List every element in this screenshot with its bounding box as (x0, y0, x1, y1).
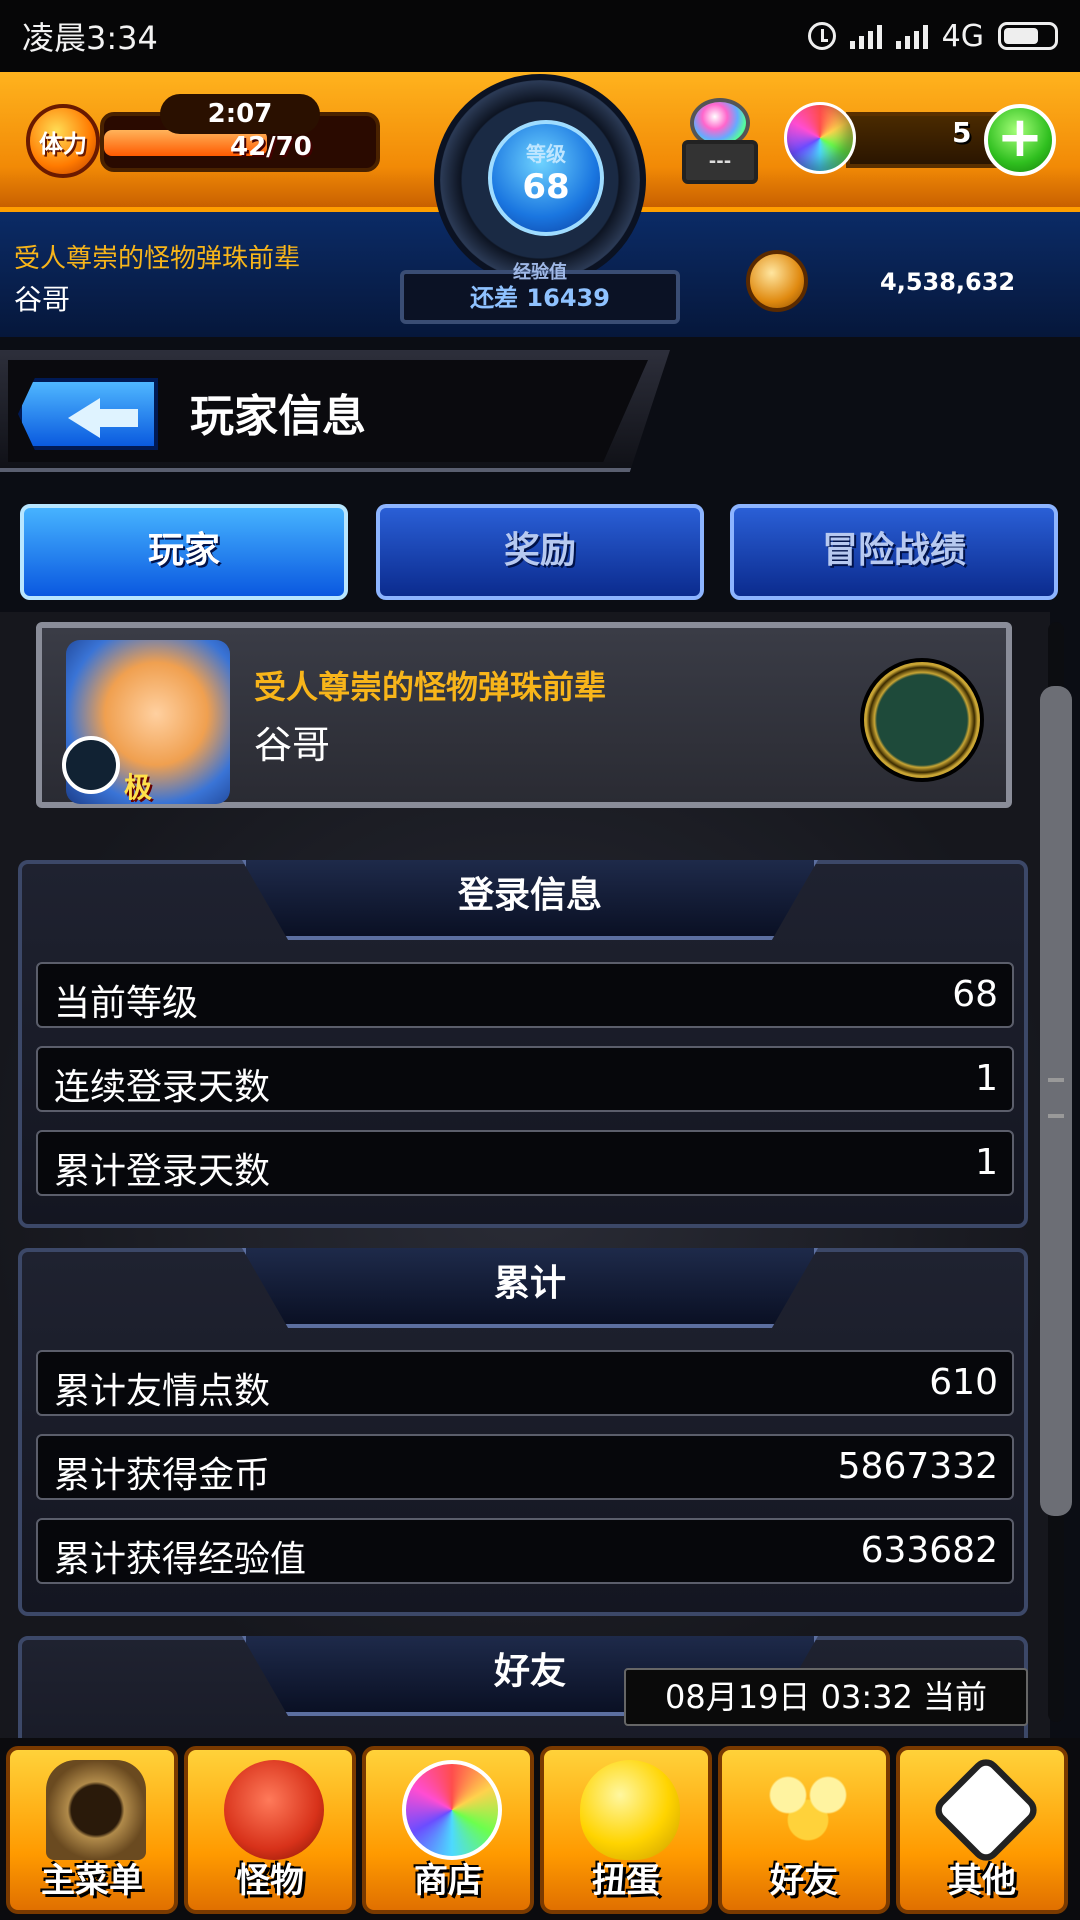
player-emblem-icon[interactable] (860, 658, 984, 782)
back-button[interactable] (18, 378, 158, 450)
gold-coin-icon (746, 250, 808, 312)
orb-count: 5 (952, 116, 972, 149)
section-title: 登录信息 (242, 860, 818, 940)
scroll-grip-icon (1048, 1078, 1064, 1118)
profile-title: 受人尊崇的怪物弹珠前辈 (254, 668, 607, 706)
nav-shop[interactable]: 商店 (362, 1746, 534, 1914)
player-avatar[interactable]: 极 (62, 640, 230, 804)
status-bar: 凌晨3:34 4G (0, 0, 1080, 72)
table-row: 累计获得经验值 633682 (36, 1518, 1014, 1584)
nav-main-menu[interactable]: 主菜单 (6, 1746, 178, 1914)
totals-section: 累计 累计友情点数 610 累计获得金币 5867332 累计获得经验值 633… (18, 1248, 1028, 1616)
exp-label: 经验值 (513, 262, 567, 283)
tab-rewards[interactable]: 奖励 (376, 504, 704, 600)
alarm-icon (807, 22, 836, 50)
nav-friends[interactable]: 好友 (718, 1746, 890, 1914)
status-icons: 4G (807, 18, 1058, 54)
player-title: 受人尊崇的怪物弹珠前辈 (14, 244, 301, 274)
login-info-section: 登录信息 当前等级 68 连续登录天数 1 累计登录天数 1 (18, 860, 1028, 1228)
avatar-rank-icon (62, 736, 120, 794)
profile-card: 极 受人尊崇的怪物弹珠前辈 谷哥 (36, 622, 1012, 808)
stamina-icon: 体力 (26, 104, 100, 178)
coin-count: 4,538,632 (880, 268, 1016, 296)
level-core: 等级 68 (488, 120, 604, 236)
monster-icon (224, 1760, 324, 1860)
gacha-counter: --- (682, 140, 758, 184)
nav-monster[interactable]: 怪物 (184, 1746, 356, 1914)
friends-icon (758, 1760, 858, 1860)
game-header: 体力 2:07 42/70 等级 68 经验值 还差 16439 --- 5 +… (0, 72, 1080, 337)
section-title: 累计 (242, 1248, 818, 1328)
battery-icon (998, 22, 1058, 50)
level-gauge[interactable]: 等级 68 (434, 74, 646, 286)
rainbow-orb-icon (784, 102, 856, 174)
network-type: 4G (941, 18, 984, 54)
stamina-count: 42/70 (230, 132, 312, 162)
level-value: 68 (522, 167, 570, 207)
cell-signal-icon (895, 23, 928, 49)
profile-name: 谷哥 (254, 723, 331, 767)
page-title: 玩家信息 (190, 391, 366, 442)
exp-remaining-box: 经验值 还差 16439 (400, 262, 680, 324)
egg-gacha-icon (580, 1760, 680, 1860)
player-name: 谷哥 (14, 283, 71, 316)
table-row: 累计友情点数 610 (36, 1350, 1014, 1416)
status-time: 凌晨3:34 (22, 19, 158, 57)
add-orb-button[interactable]: + (984, 104, 1056, 176)
level-label: 等级 (526, 142, 566, 166)
back-arrow-icon (68, 398, 100, 438)
table-row: 累计登录天数 1 (36, 1130, 1014, 1196)
wifi-signal-icon (849, 23, 882, 49)
table-row: 连续登录天数 1 (36, 1046, 1014, 1112)
table-row: 累计获得金币 5867332 (36, 1434, 1014, 1500)
avatar-grade: 极 (124, 771, 153, 804)
tab-player[interactable]: 玩家 (20, 504, 348, 600)
stamina-timer: 2:07 (160, 94, 320, 134)
nav-other[interactable]: 其他 (896, 1746, 1068, 1914)
player-info-content: 极 受人尊崇的怪物弹珠前辈 谷哥 登录信息 当前等级 68 连续登录天数 1 累… (0, 612, 1050, 1740)
nav-gacha[interactable]: 扭蛋 (540, 1746, 712, 1914)
orb-shop-icon (402, 1760, 502, 1860)
table-row: 当前等级 68 (36, 962, 1014, 1028)
home-gate-icon (46, 1760, 146, 1860)
question-icon (929, 1753, 1043, 1867)
gacha-machine-icon[interactable]: --- (676, 96, 764, 188)
bottom-nav: 主菜单 怪物 商店 扭蛋 好友 其他 (0, 1738, 1080, 1920)
timestamp-toast: 08月19日 03:32 当前 (624, 1668, 1028, 1726)
tab-adventure-record[interactable]: 冒险战绩 (730, 504, 1058, 600)
